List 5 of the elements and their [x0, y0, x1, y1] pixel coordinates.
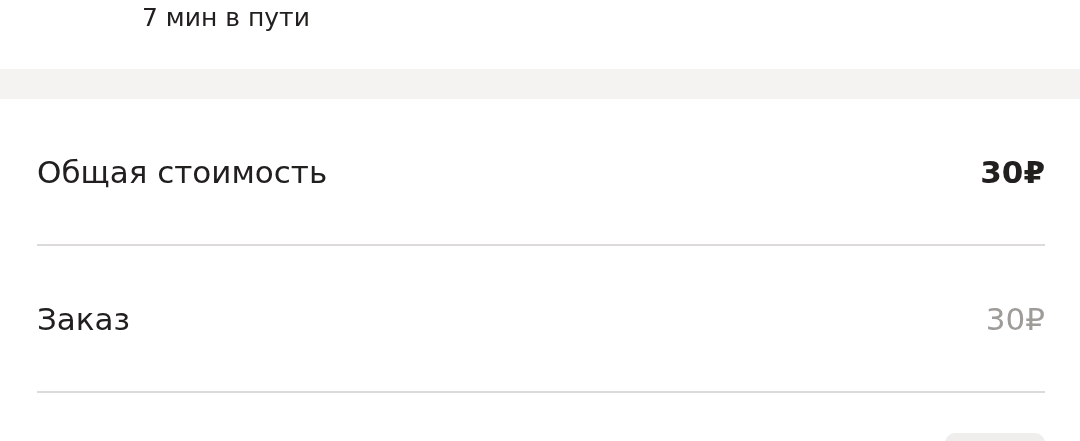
- price-label: Общая стоимость: [37, 153, 328, 190]
- trip-duration: 7 мин в пути: [142, 3, 310, 32]
- price-value: 30₽: [985, 300, 1045, 337]
- price-value: 30₽: [980, 153, 1045, 190]
- price-label: Заказ: [37, 300, 131, 337]
